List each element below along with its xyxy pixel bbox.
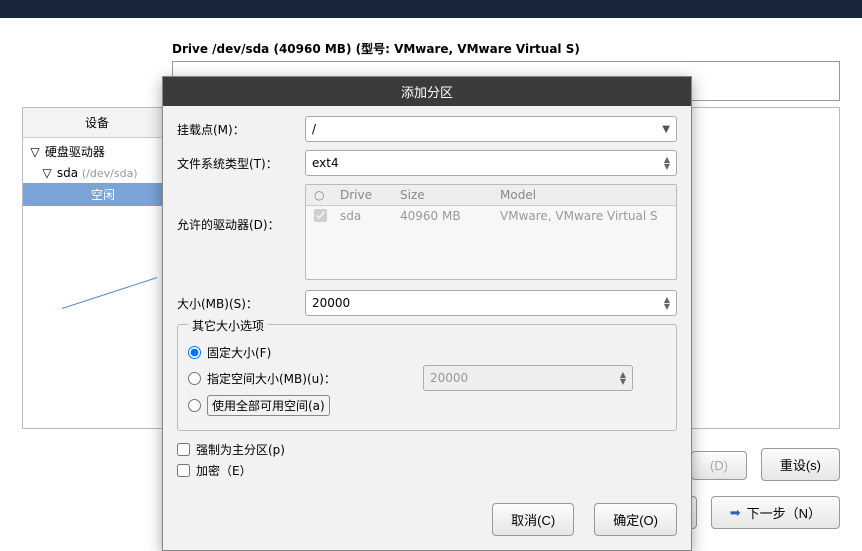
device-tree: 设备 ▽ 硬盘驱动器 ▽ sda (/dev/sda) 空闲 — [23, 108, 171, 428]
tree-label: sda — [57, 166, 78, 180]
check-encrypt-label: 加密（E） — [196, 462, 252, 479]
mount-point-value: / — [312, 122, 316, 136]
arrow-right-icon: ➡ — [730, 505, 741, 521]
tree-node-sda[interactable]: ▽ sda (/dev/sda) — [23, 163, 171, 183]
check-force-primary[interactable]: 强制为主分区(p) — [177, 441, 677, 458]
chevron-down-icon: ▼ — [662, 124, 670, 135]
col-size: Size — [392, 185, 492, 205]
drive-header: Drive /dev/sda (40960 MB) (型号: VMware, V… — [172, 40, 840, 57]
other-size-fieldset: 其它大小选项 固定大小(F) 指定空间大小(MB)(u)： 20000 ▲▼ — [177, 324, 677, 431]
fstype-value: ext4 — [312, 156, 339, 170]
device-col-header: 设备 — [23, 108, 171, 138]
fstype-label: 文件系统类型(T)： — [177, 155, 305, 172]
radio-useall-input[interactable] — [188, 399, 201, 412]
allowable-drives-grid[interactable]: ○ Drive Size Model sda 40960 MB VMware, … — [305, 184, 677, 280]
radio-useall-label: 使用全部可用空间(a) — [207, 395, 330, 416]
radio-specify-label: 指定空间大小(MB)(u)： — [207, 370, 417, 387]
spinner-icon: ▲▼ — [664, 296, 670, 310]
expander-icon[interactable]: ▽ — [41, 166, 53, 180]
toolbar-row1: (D) 重设(s) — [691, 448, 840, 481]
other-size-legend: 其它大小选项 — [188, 317, 268, 334]
mount-label: 挂载点(M)： — [177, 121, 305, 138]
specify-size-value: 20000 — [430, 371, 468, 385]
spinner-icon: ▲▼ — [664, 156, 670, 170]
drives-grid-header: ○ Drive Size Model — [306, 185, 676, 206]
allowdrives-label: 允许的驱动器(D)： — [177, 216, 305, 233]
radio-useall[interactable]: 使用全部可用空间(a) — [188, 395, 666, 416]
ok-button[interactable]: 确定(O) — [594, 503, 677, 536]
window-titlebar — [0, 0, 862, 18]
drive-row-check[interactable] — [314, 209, 327, 222]
specify-size-spin: 20000 ▲▼ — [423, 365, 633, 391]
d-button: (D) — [691, 451, 747, 480]
check-force-primary-label: 强制为主分区(p) — [196, 441, 285, 458]
tree-label: 硬盘驱动器 — [45, 145, 105, 159]
col-drive: Drive — [332, 185, 392, 205]
drive-name: sda — [332, 206, 392, 228]
check-encrypt[interactable]: 加密（E） — [177, 462, 677, 479]
col-model: Model — [492, 185, 676, 205]
tree-root-harddrives[interactable]: ▽ 硬盘驱动器 — [23, 140, 171, 163]
radio-fixed-size[interactable]: 固定大小(F) — [188, 344, 666, 361]
dialog-title: 添加分区 — [163, 77, 691, 106]
reset-button[interactable]: 重设(s) — [761, 448, 840, 481]
radio-fixed-label: 固定大小(F) — [207, 344, 271, 361]
drive-size: 40960 MB — [392, 206, 492, 228]
cancel-button[interactable]: 取消(C) — [492, 503, 574, 536]
fstype-combo[interactable]: ext4 ▲▼ — [305, 150, 677, 176]
tree-label: 空闲 — [91, 188, 115, 202]
check-encrypt-input[interactable] — [177, 464, 190, 477]
spinner-icon: ▲▼ — [620, 371, 626, 385]
size-spin[interactable]: 20000 ▲▼ — [305, 290, 677, 316]
size-label: 大小(MB)(S)： — [177, 295, 305, 312]
next-button[interactable]: ➡ 下一步（N） — [711, 496, 840, 529]
drive-model: VMware, VMware Virtual S — [492, 206, 676, 228]
check-force-primary-input[interactable] — [177, 443, 190, 456]
mount-point-combo[interactable]: / ▼ — [305, 116, 677, 142]
drive-row-sda[interactable]: sda 40960 MB VMware, VMware Virtual S — [306, 206, 676, 228]
checkbox-col-icon: ○ — [306, 185, 332, 205]
radio-fixed-input[interactable] — [188, 346, 201, 359]
add-partition-dialog: 添加分区 挂载点(M)： / ▼ 文件系统类型(T)： ext4 ▲▼ 允许的驱… — [162, 76, 692, 551]
tree-node-free[interactable]: 空闲 — [23, 183, 171, 206]
radio-specify-input[interactable] — [188, 372, 201, 385]
tree-path: (/dev/sda) — [82, 167, 138, 180]
size-value: 20000 — [312, 296, 350, 310]
expander-icon[interactable]: ▽ — [29, 145, 41, 159]
radio-specify-size[interactable]: 指定空间大小(MB)(u)： 20000 ▲▼ — [188, 365, 666, 391]
